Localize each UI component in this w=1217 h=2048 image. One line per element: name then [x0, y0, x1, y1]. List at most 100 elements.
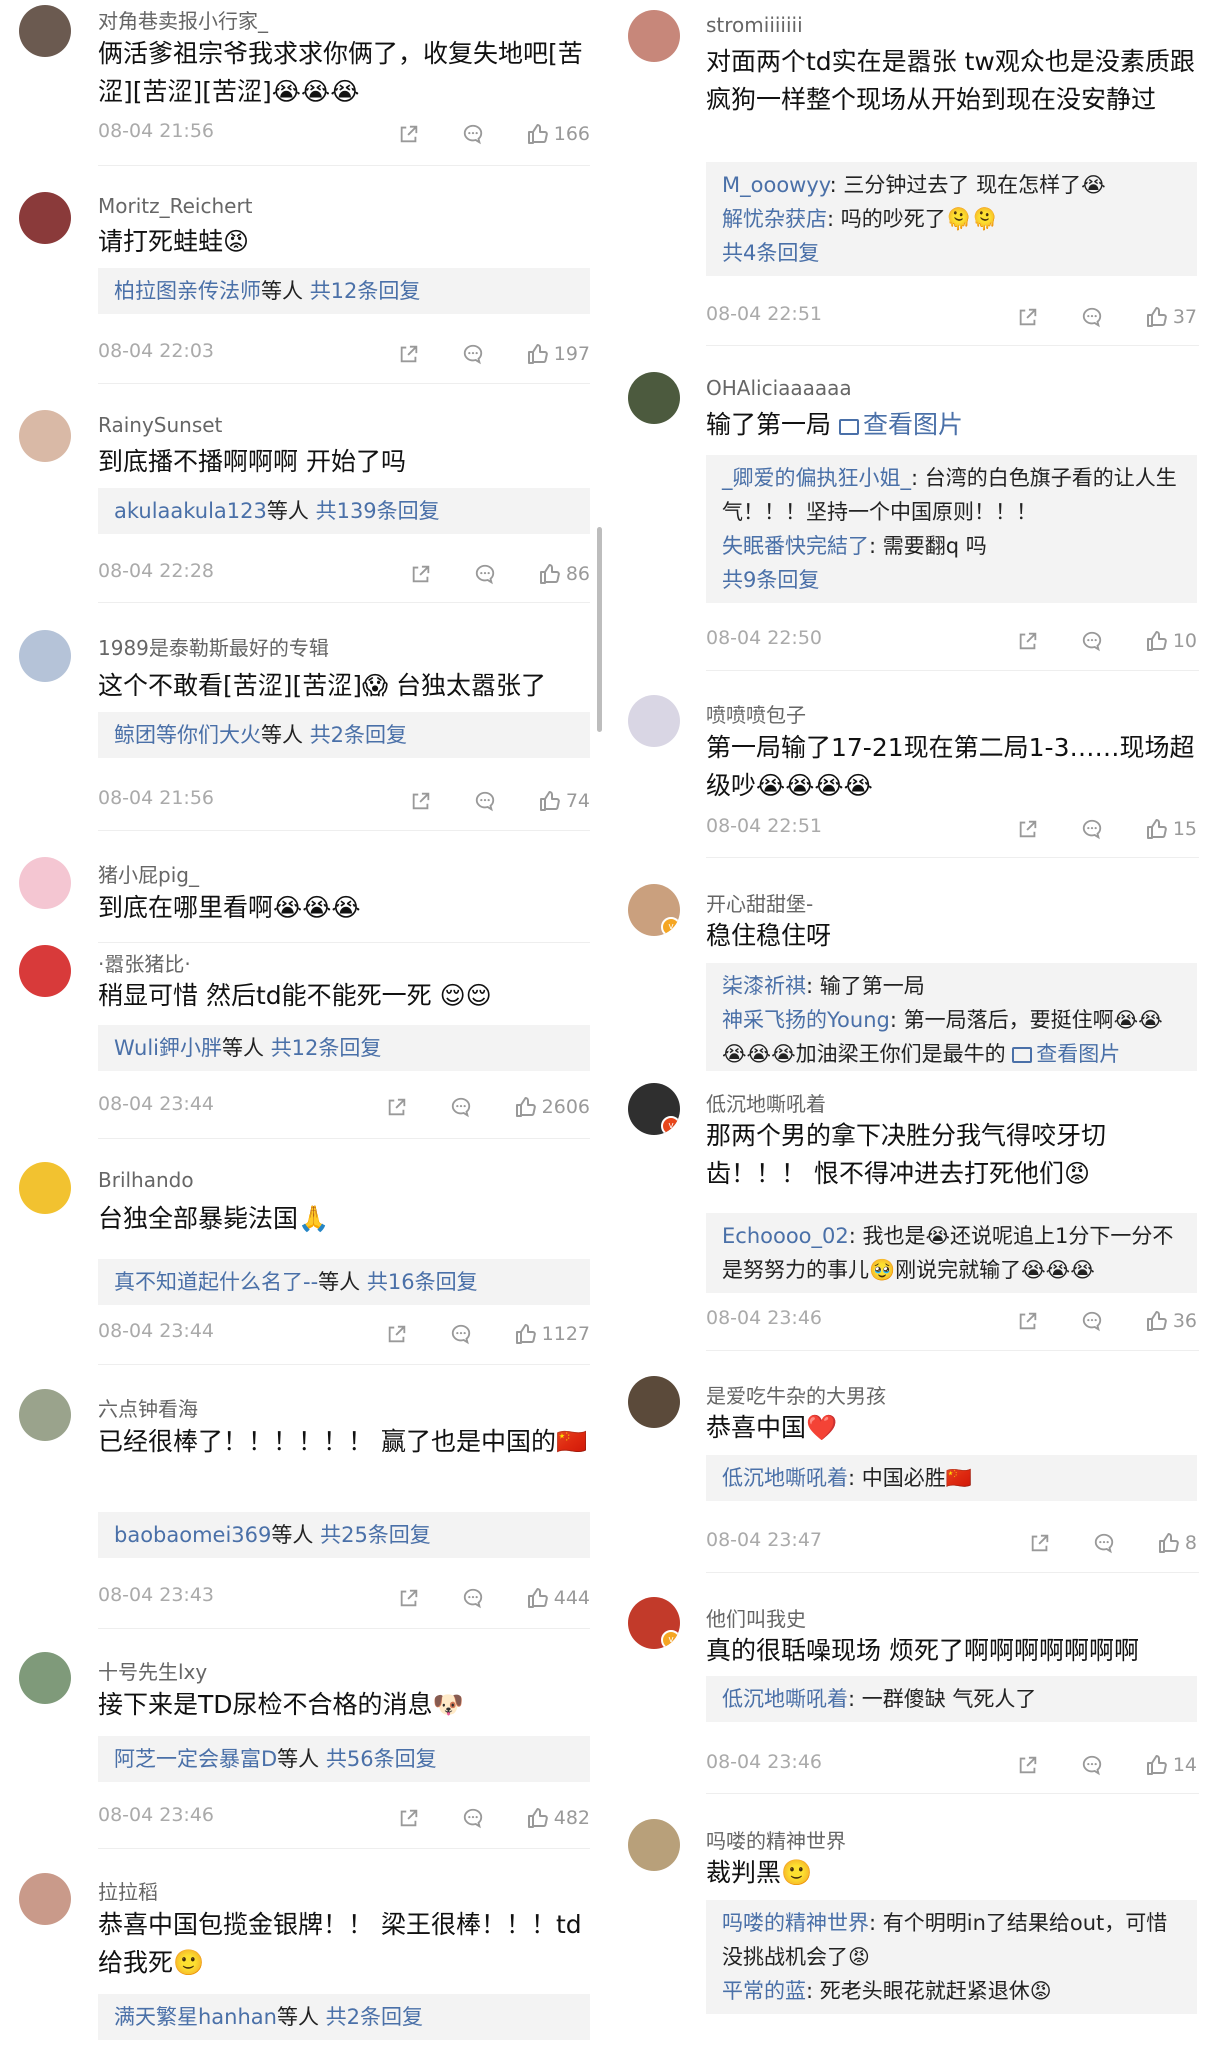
reply-total[interactable]: 共12条回复 [271, 1036, 382, 1060]
like-button[interactable]: 37 [1145, 305, 1197, 329]
reply-author[interactable]: baobaomei369 [114, 1523, 271, 1547]
reply-author[interactable]: _卿爱的偏执狂小姐_ [722, 466, 911, 490]
reply-author[interactable]: akulaakula123 [114, 499, 267, 523]
share-button[interactable] [1017, 1310, 1039, 1332]
reply-preview[interactable]: Echoooo_02: 我也是😭还说呢追上1分下一分不是努努力的事儿🥹刚说完就输… [706, 1213, 1197, 1293]
avatar[interactable] [628, 1819, 680, 1871]
reply-author[interactable]: 低沉地嘶吼着 [722, 1466, 848, 1490]
share-button[interactable] [1017, 818, 1039, 840]
share-button[interactable] [1017, 1754, 1039, 1776]
view-image-link[interactable]: 查看图片 [1012, 1042, 1120, 1066]
username[interactable]: 他们叫我史 [706, 1603, 806, 1632]
username[interactable]: 猪小屁pig_ [98, 859, 199, 888]
like-button[interactable]: 86 [538, 562, 590, 586]
reply-preview[interactable]: Wuli鉀小胖等人 共12条回复 [98, 1025, 590, 1071]
view-image-link[interactable]: 查看图片 [838, 410, 963, 439]
reply-preview[interactable]: 满天繁星hanhan等人 共2条回复 [98, 1994, 590, 2040]
reply-author[interactable]: 平常的蓝 [722, 1979, 806, 2003]
like-button[interactable]: 197 [526, 342, 590, 366]
reply-author[interactable]: 满天繁星hanhan [114, 2005, 277, 2029]
share-button[interactable] [398, 343, 420, 365]
reply-total[interactable]: 共9条回复 [722, 563, 1181, 597]
reply-total[interactable]: 共25条回复 [320, 1523, 431, 1547]
reply-button[interactable] [462, 1807, 484, 1829]
reply-author[interactable]: Wuli鉀小胖 [114, 1036, 222, 1060]
reply-preview[interactable]: M_ooowyy: 三分钟过去了 现在怎样了😭 解忧杂获店: 吗的吵死了🫠🫠 共… [706, 162, 1197, 276]
reply-preview[interactable]: baobaomei369等人 共25条回复 [98, 1512, 590, 1558]
reply-preview[interactable]: 柏拉图亲传法师等人 共12条回复 [98, 268, 590, 314]
username[interactable]: 十号先生lxy [98, 1656, 207, 1685]
avatar[interactable] [628, 695, 680, 747]
reply-author[interactable]: 柏拉图亲传法师 [114, 279, 261, 303]
avatar[interactable] [19, 1873, 71, 1925]
reply-preview[interactable]: 低沉地嘶吼着: 中国必胜🇨🇳 [706, 1455, 1197, 1501]
share-button[interactable] [410, 790, 432, 812]
reply-author[interactable]: 吗喽的精神世界 [722, 1911, 869, 1935]
avatar[interactable] [19, 410, 71, 462]
avatar[interactable] [628, 10, 680, 62]
reply-total[interactable]: 共4条回复 [722, 236, 1181, 270]
username[interactable]: 喷喷喷包子 [706, 699, 806, 728]
avatar[interactable]: v [628, 1597, 680, 1649]
reply-preview[interactable]: 鲸团等你们大火等人 共2条回复 [98, 712, 590, 758]
share-button[interactable] [1017, 306, 1039, 328]
reply-button[interactable] [462, 1587, 484, 1609]
reply-preview[interactable]: _卿爱的偏执狂小姐_: 台湾的白色旗子看的让人生气！！！坚持一个中国原则！！！ … [706, 455, 1197, 603]
username[interactable]: 1989是泰勒斯最好的专辑 [98, 632, 329, 661]
reply-author[interactable]: 真不知道起什么名了-- [114, 1270, 318, 1294]
reply-total[interactable]: 共12条回复 [310, 279, 421, 303]
reply-preview[interactable]: 柒漆祈祺: 输了第一局 神采飞扬的Young: 第一局落后，要挺住啊😭😭😭😭😭加… [706, 963, 1197, 1071]
avatar[interactable] [628, 1376, 680, 1428]
reply-button[interactable] [450, 1096, 472, 1118]
like-button[interactable]: 15 [1145, 817, 1197, 841]
scrollbar[interactable] [597, 527, 602, 732]
like-button[interactable]: 74 [538, 789, 590, 813]
reply-total[interactable]: 共56条回复 [326, 1747, 437, 1771]
like-button[interactable]: 482 [526, 1806, 590, 1830]
share-button[interactable] [1017, 630, 1039, 652]
like-button[interactable]: 2606 [514, 1095, 590, 1119]
reply-button[interactable] [1093, 1532, 1115, 1554]
reply-author[interactable]: 低沉地嘶吼着 [722, 1687, 848, 1711]
reply-total[interactable]: 共2条回复 [310, 723, 407, 747]
like-button[interactable]: 14 [1145, 1753, 1197, 1777]
share-button[interactable] [398, 1587, 420, 1609]
username[interactable]: 对角巷卖报小行家_ [98, 5, 268, 34]
reply-preview[interactable]: 真不知道起什么名了--等人 共16条回复 [98, 1259, 590, 1305]
reply-author[interactable]: M_ooowyy [722, 173, 830, 197]
reply-button[interactable] [1081, 1754, 1103, 1776]
share-button[interactable] [398, 1807, 420, 1829]
avatar[interactable] [19, 945, 71, 997]
reply-button[interactable] [462, 123, 484, 145]
share-button[interactable] [1029, 1532, 1051, 1554]
reply-preview[interactable]: 阿芝一定会暴富D等人 共56条回复 [98, 1736, 590, 1782]
reply-author[interactable]: 鲸团等你们大火 [114, 723, 261, 747]
reply-author[interactable]: 柒漆祈祺 [722, 974, 806, 998]
avatar[interactable]: v [628, 1083, 680, 1135]
username[interactable]: RainySunset [98, 413, 222, 437]
reply-total[interactable]: 共2条回复 [326, 2005, 423, 2029]
avatar[interactable] [19, 192, 71, 244]
reply-total[interactable]: 共16条回复 [367, 1270, 478, 1294]
avatar[interactable]: v [628, 884, 680, 936]
reply-button[interactable] [474, 790, 496, 812]
like-button[interactable]: 444 [526, 1586, 590, 1610]
like-button[interactable]: 8 [1157, 1531, 1197, 1555]
avatar[interactable] [19, 1162, 71, 1214]
avatar[interactable] [19, 630, 71, 682]
username[interactable]: 六点钟看海 [98, 1393, 198, 1422]
username[interactable]: 拉拉稻 [98, 1876, 158, 1905]
reply-button[interactable] [1081, 630, 1103, 652]
like-button[interactable]: 36 [1145, 1309, 1197, 1333]
reply-total[interactable]: 共139条回复 [316, 499, 440, 523]
share-button[interactable] [410, 563, 432, 585]
reply-button[interactable] [1081, 306, 1103, 328]
avatar[interactable] [19, 5, 71, 57]
share-button[interactable] [386, 1096, 408, 1118]
share-button[interactable] [398, 123, 420, 145]
reply-preview[interactable]: akulaakula123等人 共139条回复 [98, 488, 590, 534]
reply-preview[interactable]: 低沉地嘶吼着: 一群傻缺 气死人了 [706, 1676, 1197, 1722]
reply-preview[interactable]: 吗喽的精神世界: 有个明明in了结果给out，可惜没挑战机会了😡 平常的蓝: 死… [706, 1900, 1197, 2014]
reply-author[interactable]: 解忧杂获店 [722, 207, 827, 231]
avatar[interactable] [628, 372, 680, 424]
